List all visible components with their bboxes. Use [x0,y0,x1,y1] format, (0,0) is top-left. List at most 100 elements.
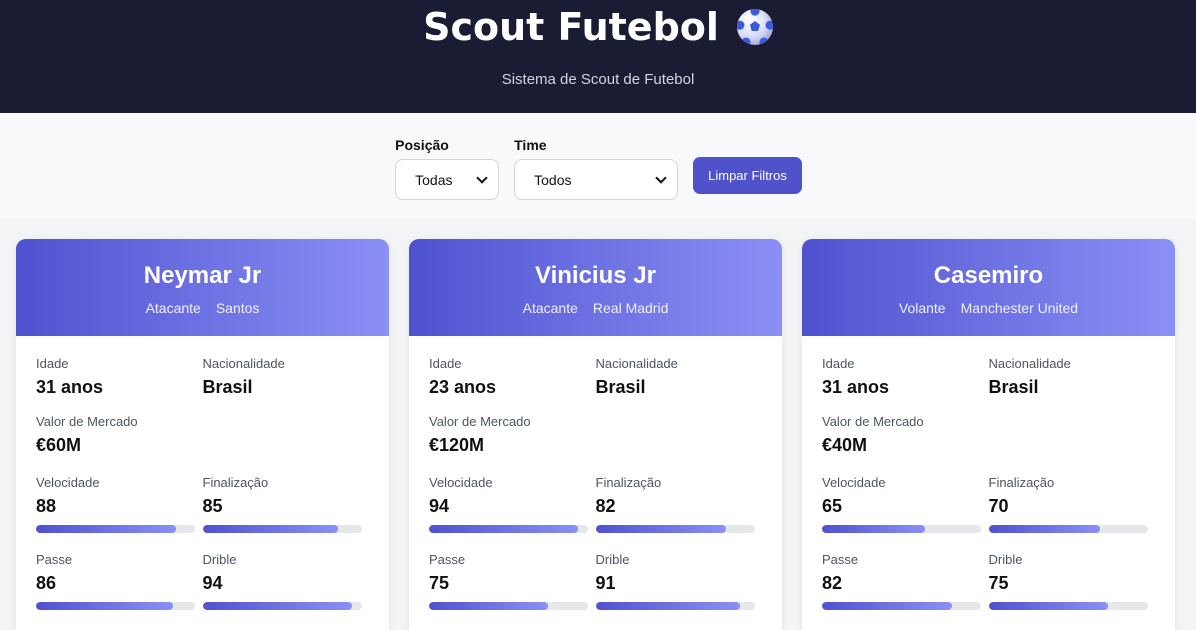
player-name: Casemiro [933,262,1044,289]
dribbling-stat: Drible 91 [595,552,763,610]
finishing-bar [988,525,1148,533]
age-label: Idade [822,356,855,371]
passing-label: Passe [822,552,859,567]
market-value-label: Valor de Mercado [36,414,138,429]
player-meta: Volante Manchester United [802,300,1175,316]
nationality-field: Nacionalidade Brasil [596,356,763,398]
passing-value: 86 [36,573,57,593]
nationality-label: Nacionalidade [988,356,1071,371]
passing-bar-fill [429,602,549,610]
chevron-down-icon [476,171,488,184]
player-position: Atacante [145,300,201,316]
player-card[interactable]: Vinicius Jr Atacante Real Madrid Idade 23… [409,239,782,630]
finishing-value: 70 [988,496,1009,516]
finishing-stat: Finalização 70 [988,475,1156,533]
player-meta: Atacante Santos [16,300,389,316]
dribbling-bar-fill [988,602,1108,610]
passing-label: Passe [36,552,73,567]
player-name: Neymar Jr [143,262,262,289]
market-value-field: Valor de Mercado €40M [822,414,996,456]
player-team: Santos [215,300,260,316]
app-subtitle: Sistema de Scout de Futebol [501,71,695,88]
dribbling-label: Drible [202,552,237,567]
dribbling-bar [595,602,755,610]
nationality-label: Nacionalidade [202,356,285,371]
market-value-label: Valor de Mercado [822,414,924,429]
finishing-label: Finalização [988,475,1055,490]
app-title: Scout Futebol [423,5,719,49]
team-filter: Time Todos [514,137,679,200]
passing-bar [429,602,588,610]
player-card[interactable]: Casemiro Volante Manchester United Idade … [802,239,1175,630]
player-card-header: Neymar Jr Atacante Santos [16,239,389,336]
stats-row: Passe 82 Drible 75 [822,552,1155,610]
finishing-bar [595,525,755,533]
nationality-value: Brasil [595,377,646,397]
finishing-value: 85 [202,496,223,516]
player-card-header: Casemiro Volante Manchester United [802,239,1175,336]
player-team: Real Madrid [592,300,669,316]
market-value: €40M [822,435,868,455]
speed-value: 65 [822,496,843,516]
info-row: Idade 23 anos Nacionalidade Brasil [429,356,762,398]
dribbling-bar [988,602,1148,610]
nationality-field: Nacionalidade Brasil [989,356,1156,398]
dribbling-label: Drible [595,552,630,567]
speed-value: 94 [429,496,450,516]
nationality-value: Brasil [988,377,1039,397]
finishing-bar-fill [202,525,338,533]
passing-bar [36,602,195,610]
player-position: Atacante [522,300,578,316]
market-value: €120M [429,435,485,455]
market-row: Valor de Mercado €40M [822,414,1155,456]
age-label: Idade [36,356,69,371]
passing-value: 82 [822,573,843,593]
speed-bar-fill [36,525,176,533]
info-row: Idade 31 anos Nacionalidade Brasil [822,356,1155,398]
chevron-down-icon [655,171,667,184]
team-filter-label: Time [514,137,547,153]
market-value-field: Valor de Mercado €60M [36,414,210,456]
finishing-stat: Finalização 85 [202,475,370,533]
speed-label: Velocidade [429,475,493,490]
market-row: Valor de Mercado €120M [429,414,762,456]
speed-bar [36,525,195,533]
age-field: Idade 31 anos [822,356,989,398]
player-card[interactable]: Neymar Jr Atacante Santos Idade 31 anos N… [16,239,389,630]
soccer-ball-icon [736,9,773,45]
dribbling-stat: Drible 75 [988,552,1156,610]
speed-value: 88 [36,496,57,516]
passing-bar [822,602,981,610]
age-value: 31 anos [36,377,104,397]
speed-stat: Velocidade 94 [429,475,596,533]
passing-label: Passe [429,552,466,567]
position-filter: Posição Todas [395,137,500,200]
age-field: Idade 23 anos [429,356,596,398]
player-name: Vinicius Jr [535,262,656,289]
finishing-value: 82 [595,496,616,516]
position-select-value: Todas [415,171,453,188]
player-card-body: Idade 31 anos Nacionalidade Brasil Valor… [16,336,389,610]
player-meta: Atacante Real Madrid [409,300,782,316]
player-position: Volante [898,300,946,316]
passing-bar-fill [822,602,953,610]
position-select[interactable]: Todas [395,159,500,200]
clear-filters-button[interactable]: Limpar Filtros [693,157,802,194]
nationality-value: Brasil [202,377,253,397]
speed-stat: Velocidade 88 [36,475,203,533]
passing-value: 75 [429,573,450,593]
nationality-label: Nacionalidade [595,356,678,371]
passing-stat: Passe 82 [822,552,989,610]
finishing-label: Finalização [202,475,269,490]
market-value: €60M [36,435,82,455]
team-select[interactable]: Todos [514,159,679,200]
speed-bar [822,525,981,533]
stats-row: Passe 75 Drible 91 [429,552,762,610]
market-value-label: Valor de Mercado [429,414,531,429]
finishing-bar [202,525,362,533]
speed-bar-fill [822,525,926,533]
age-field: Idade 31 anos [36,356,203,398]
age-value: 23 anos [429,377,497,397]
speed-label: Velocidade [822,475,886,490]
dribbling-bar-fill [595,602,741,610]
